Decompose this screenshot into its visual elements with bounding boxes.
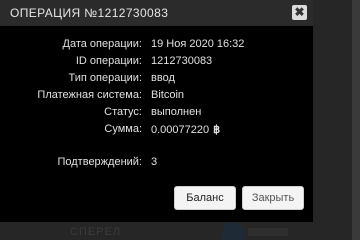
detail-row-payment-system: Платежная система: Bitcoin — [0, 89, 313, 105]
detail-row-amount: Сумма: 0.00077220 ฿ — [0, 123, 313, 139]
detail-value: 19 Ноя 2020 16:32 — [151, 38, 245, 50]
background-badge — [222, 222, 244, 240]
detail-value: 0.00077220 — [151, 124, 210, 136]
detail-value: Bitcoin — [151, 89, 185, 101]
bitcoin-icon: ฿ — [213, 124, 221, 136]
background-scrollbar — [352, 0, 360, 240]
detail-label: Статус: — [104, 106, 142, 118]
detail-label: ID операции: — [75, 55, 142, 67]
detail-value: 1212730083 — [151, 55, 213, 67]
operation-dialog: ОПЕРАЦИЯ №1212730083 ✖ Дата операции: 19… — [0, 0, 313, 222]
background-placeholder — [248, 228, 288, 236]
confirmations-value: 3 — [151, 156, 158, 168]
detail-row-date: Дата операции: 19 Ноя 2020 16:32 — [0, 38, 313, 54]
dialog-title: ОПЕРАЦИЯ №1212730083 — [10, 6, 169, 20]
detail-row-status: Статус: выполнен — [0, 106, 313, 122]
close-button[interactable]: Закрыть — [242, 186, 304, 210]
detail-label: Тип операции: — [68, 72, 142, 84]
page: СПЕРЕЛ ОПЕРАЦИЯ №1212730083 ✖ Дата опера… — [0, 0, 360, 240]
detail-label: Дата операции: — [62, 38, 143, 50]
detail-row-type: Тип операции: ввод — [0, 72, 313, 88]
detail-row-id: ID операции: 1212730083 — [0, 55, 313, 71]
detail-row-confirmations: Подтверждений: 3 — [0, 156, 313, 172]
detail-label: Платежная система: — [37, 89, 142, 101]
detail-label: Сумма: — [104, 123, 142, 135]
amount-value-wrap: 0.00077220 ฿ — [151, 123, 220, 136]
detail-value: ввод — [151, 72, 175, 84]
close-icon[interactable]: ✖ — [292, 5, 307, 20]
detail-value: выполнен — [151, 106, 202, 118]
confirmations-label: Подтверждений: — [57, 156, 142, 168]
balance-button[interactable]: Баланс — [174, 186, 236, 210]
background-footer-text: СПЕРЕЛ — [70, 226, 122, 238]
dialog-title-bar: ОПЕРАЦИЯ №1212730083 ✖ — [0, 0, 313, 26]
